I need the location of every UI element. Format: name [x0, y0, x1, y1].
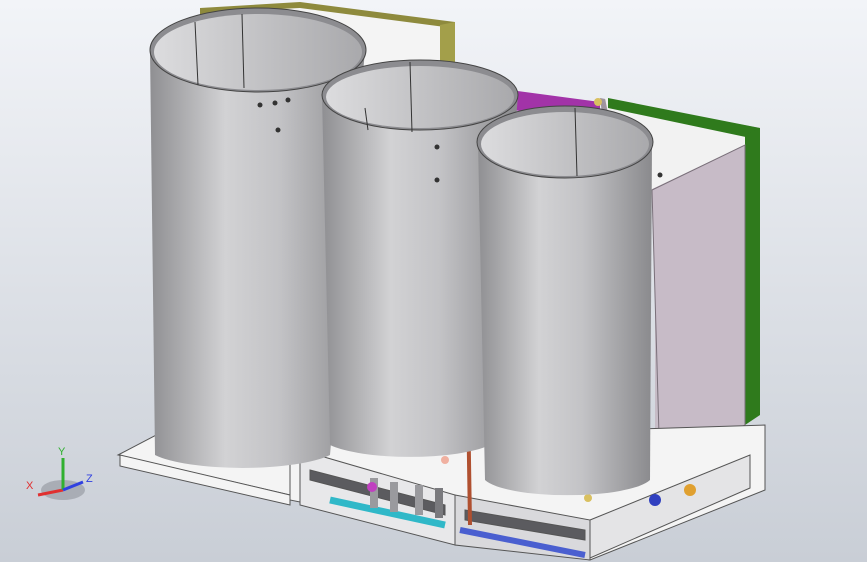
cad-viewport[interactable]: [0, 0, 867, 562]
triad-y-label: Y: [58, 446, 66, 458]
triad-x-label: X: [26, 480, 34, 492]
view-triad[interactable]: X Y Z: [18, 440, 108, 510]
tank-right[interactable]: [476, 105, 663, 496]
triad-z-label: Z: [86, 473, 93, 485]
